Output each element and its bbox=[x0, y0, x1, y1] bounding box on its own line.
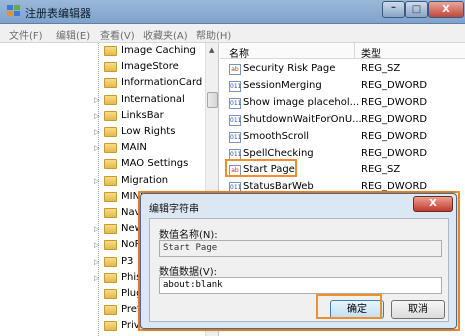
value-name-label: 数值名称(N): bbox=[159, 230, 218, 241]
tree-item-label: MAO Settings bbox=[121, 158, 189, 170]
folder-icon bbox=[104, 78, 117, 89]
value-type: REG_DWORD bbox=[361, 130, 428, 142]
dword-value-icon: 011 bbox=[229, 114, 242, 126]
value-type: REG_DWORD bbox=[361, 147, 428, 159]
value-name-field: Start Page bbox=[159, 240, 442, 257]
scroll-thumb[interactable] bbox=[207, 92, 218, 108]
tree-item[interactable]: MAO Settings bbox=[0, 157, 205, 173]
value-row[interactable]: ab Security Risk Page REG_SZ bbox=[220, 61, 465, 78]
folder-icon bbox=[104, 175, 117, 186]
column-type-header[interactable]: 类型 bbox=[361, 45, 381, 60]
folder-icon bbox=[104, 321, 117, 332]
tree-item-label: P3 bbox=[121, 255, 134, 267]
folder-icon bbox=[104, 62, 117, 73]
window-title: 注册表编辑器 bbox=[25, 7, 91, 20]
expand-arrow-icon[interactable]: ▷ bbox=[94, 241, 99, 249]
folder-icon bbox=[104, 143, 117, 154]
close-button[interactable]: X bbox=[428, 1, 464, 18]
tree-item[interactable]: ▷ LinksBar bbox=[0, 109, 205, 125]
value-name: SpellChecking bbox=[243, 147, 314, 159]
dialog-body: 数值名称(N): Start Page 数值数据(V): about:blank… bbox=[149, 218, 449, 322]
tree-item-label: MAIN bbox=[121, 142, 147, 154]
tree-item[interactable]: ▷ International bbox=[0, 93, 205, 109]
expand-arrow-icon[interactable]: ▷ bbox=[94, 177, 99, 185]
menu-edit[interactable]: 编辑(E) bbox=[56, 27, 90, 42]
expand-arrow-icon[interactable]: ▷ bbox=[94, 225, 99, 233]
tree-item[interactable]: ImageStore bbox=[0, 60, 205, 76]
registry-editor-icon bbox=[7, 5, 20, 16]
expand-arrow-icon[interactable]: ▷ bbox=[94, 274, 99, 282]
dword-value-icon: 011 bbox=[229, 131, 242, 143]
tree-item[interactable]: ▷ Low Rights bbox=[0, 125, 205, 141]
tree-item-label: Image Caching bbox=[121, 45, 196, 56]
value-data-label: 数值数据(V): bbox=[159, 267, 218, 278]
cancel-button[interactable]: 取消 bbox=[391, 300, 445, 319]
folder-icon bbox=[104, 191, 117, 202]
ok-button-highlight bbox=[316, 294, 382, 319]
tree-item[interactable]: ▷ Migration bbox=[0, 174, 205, 190]
value-name: Show image placehol... bbox=[243, 96, 360, 108]
folder-icon bbox=[104, 289, 117, 299]
value-name: SessionMerging bbox=[243, 79, 322, 91]
menu-help[interactable]: 帮助(H) bbox=[196, 27, 231, 42]
tree-item[interactable]: Image Caching bbox=[0, 44, 205, 60]
value-type: REG_SZ bbox=[361, 164, 401, 176]
value-data-input[interactable]: about:blank bbox=[159, 277, 442, 294]
menu-view[interactable]: 查看(V) bbox=[100, 27, 135, 42]
folder-icon bbox=[104, 305, 117, 316]
title-bar: 注册表编辑器 – □ X bbox=[0, 0, 465, 24]
menu-favorites[interactable]: 收藏夹(A) bbox=[143, 27, 188, 42]
string-value-icon: ab bbox=[229, 64, 241, 75]
value-name: SmoothScroll bbox=[243, 130, 309, 142]
tree-item-label: LinksBar bbox=[121, 109, 164, 121]
folder-icon bbox=[104, 272, 117, 283]
value-type: REG_DWORD bbox=[361, 79, 428, 91]
dword-value-icon: 011 bbox=[229, 148, 242, 160]
menu-file[interactable]: 文件(F) bbox=[9, 27, 43, 42]
tree-item-label: ImageStore bbox=[121, 61, 179, 73]
expand-arrow-icon[interactable]: ▷ bbox=[94, 128, 99, 136]
folder-icon bbox=[104, 224, 117, 235]
expand-arrow-icon[interactable]: ▷ bbox=[94, 144, 99, 152]
folder-icon bbox=[104, 256, 117, 267]
value-row[interactable]: 011 SmoothScroll REG_DWORD bbox=[220, 129, 465, 146]
expand-arrow-icon[interactable]: ▷ bbox=[94, 258, 99, 266]
list-header: 名称 类型 bbox=[220, 43, 465, 60]
edit-string-dialog: 编辑字符串 X 数值名称(N): Start Page 数值数据(V): abo… bbox=[140, 193, 457, 329]
value-type: REG_DWORD bbox=[361, 113, 428, 125]
value-name: ShutdownWaitForOnU... bbox=[243, 113, 362, 125]
start-page-highlight bbox=[225, 159, 297, 177]
tree-item-label: InformationCard T bbox=[121, 77, 212, 89]
expand-arrow-icon[interactable]: ▷ bbox=[94, 112, 99, 120]
folder-icon bbox=[104, 94, 117, 105]
folder-icon bbox=[104, 159, 117, 170]
maximize-button[interactable]: □ bbox=[405, 1, 428, 18]
value-row[interactable]: 011 Show image placehol... REG_DWORD bbox=[220, 95, 465, 112]
tree-item[interactable]: ▷ MAIN bbox=[0, 141, 205, 157]
expand-arrow-icon[interactable]: ▷ bbox=[94, 96, 99, 104]
folder-icon bbox=[104, 110, 117, 121]
dword-value-icon: 011 bbox=[229, 80, 242, 92]
value-row[interactable]: 011 SessionMerging REG_DWORD bbox=[220, 78, 465, 95]
dialog-close-button[interactable]: X bbox=[413, 196, 453, 212]
menu-bar: 文件(F) 编辑(E) 查看(V) 收藏夹(A) 帮助(H) bbox=[0, 24, 465, 43]
tree-item[interactable]: InformationCard T bbox=[0, 76, 212, 92]
value-type: REG_SZ bbox=[361, 63, 401, 74]
minimize-button[interactable]: – bbox=[382, 1, 405, 18]
dword-value-icon: 011 bbox=[229, 97, 242, 109]
scroll-up-icon[interactable]: ▲ bbox=[209, 46, 214, 54]
folder-icon bbox=[104, 208, 117, 218]
tree-item-label: Low Rights bbox=[121, 126, 176, 137]
folder-icon bbox=[104, 240, 117, 251]
folder-icon bbox=[104, 46, 117, 56]
value-type: REG_DWORD bbox=[361, 96, 428, 108]
value-name: Security Risk Page bbox=[243, 63, 336, 74]
column-name-header[interactable]: 名称 bbox=[229, 45, 249, 60]
value-row[interactable]: 011 ShutdownWaitForOnU... REG_DWORD bbox=[220, 112, 465, 129]
tree-item-label: Migration bbox=[121, 174, 169, 186]
column-divider[interactable] bbox=[354, 43, 355, 59]
dialog-title: 编辑字符串 bbox=[149, 204, 199, 215]
tree-item-label: International bbox=[121, 93, 185, 105]
folder-icon bbox=[104, 127, 117, 137]
